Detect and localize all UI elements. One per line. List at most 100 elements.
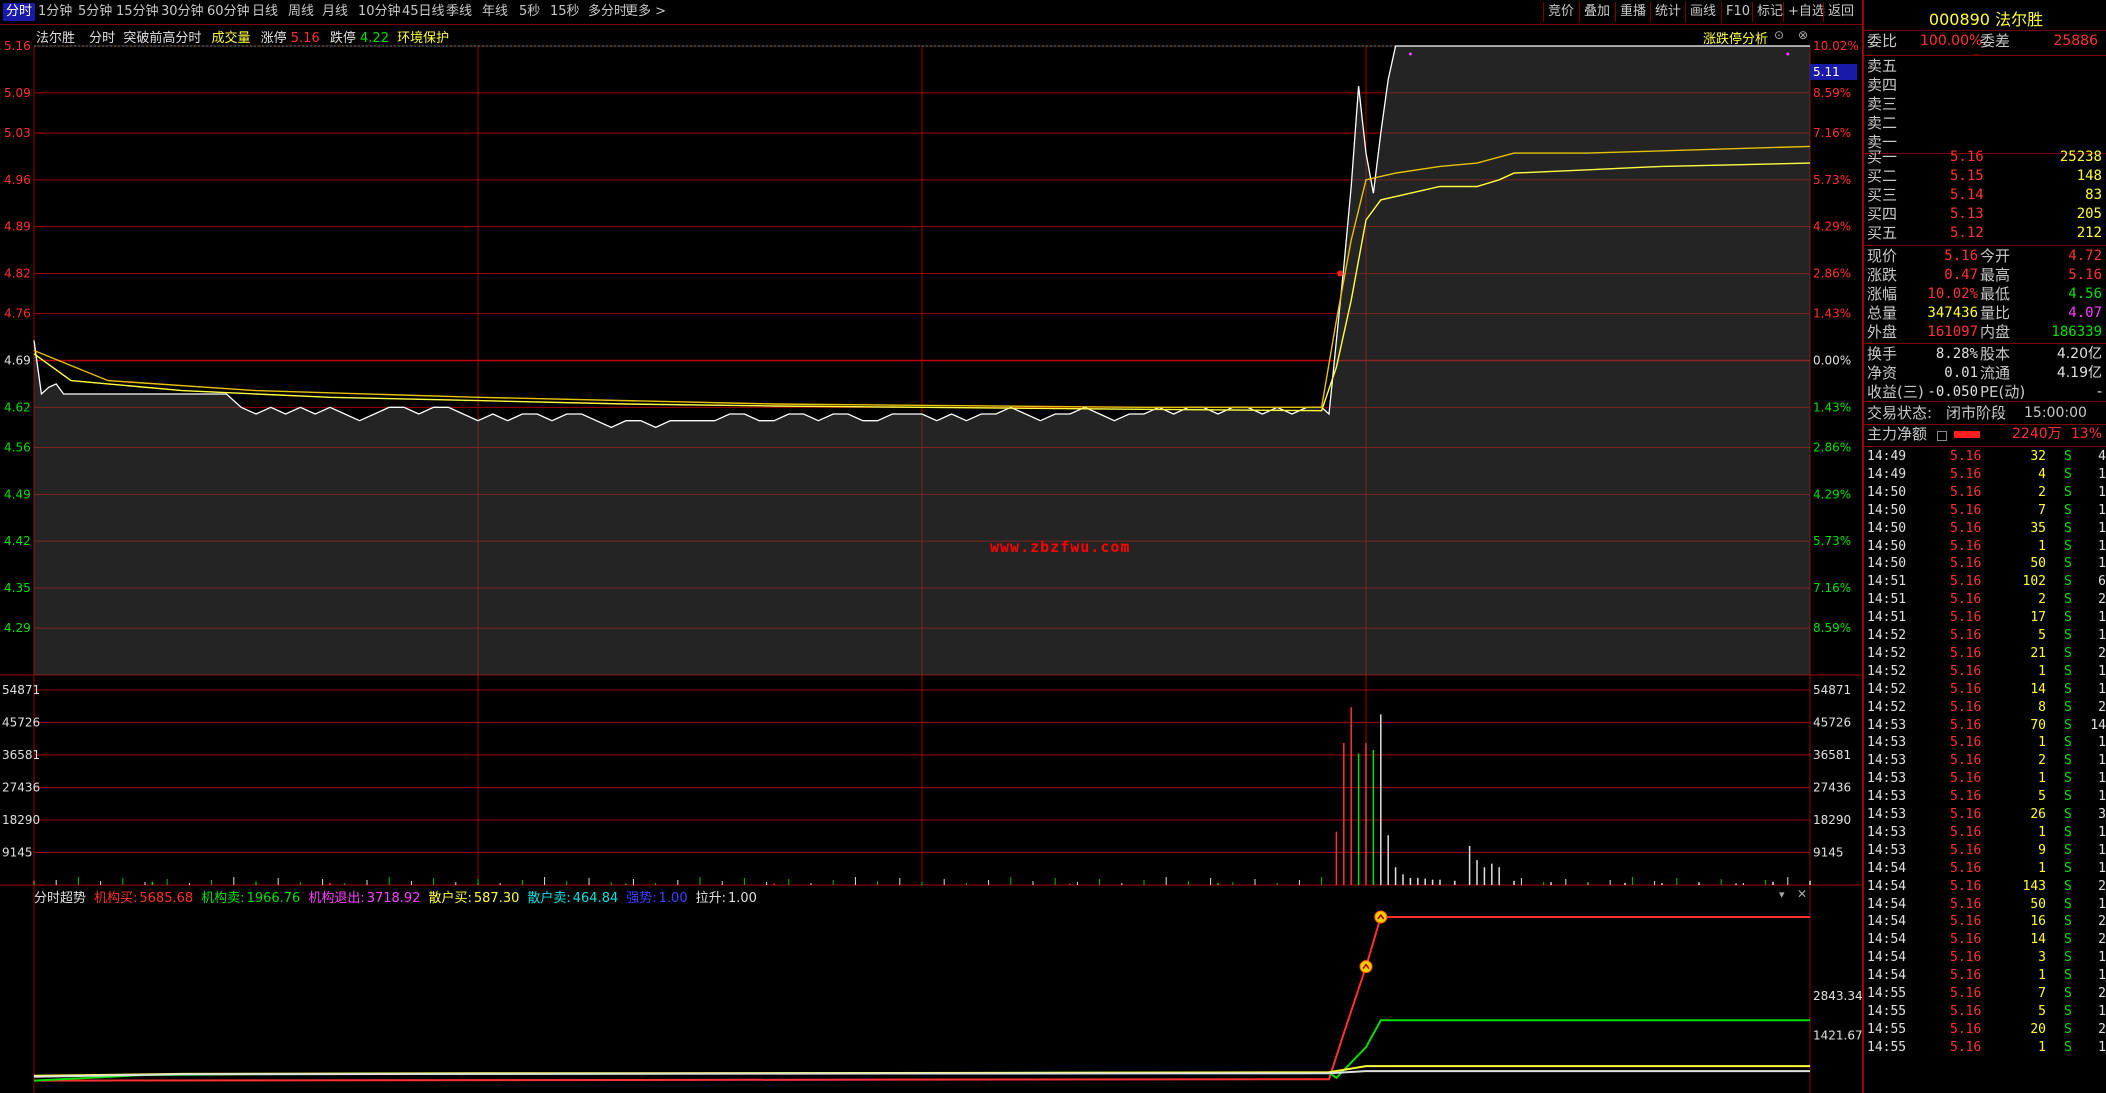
tick-count: 1 xyxy=(2098,753,2106,769)
fund-value: - xyxy=(2096,384,2102,400)
tick-time: 14:51 xyxy=(1867,592,1907,608)
indicator-name[interactable]: 突破前高分时 xyxy=(123,31,201,46)
tick-count: 1 xyxy=(2098,860,2106,876)
tick-row: 14:51 5.16 2 S 2 xyxy=(1864,591,2106,609)
tick-price: 5.16 xyxy=(1950,484,1982,500)
sub-chart-close-icon[interactable]: ✕ xyxy=(1797,887,1807,901)
close-icon[interactable]: ⊗ xyxy=(1798,28,1812,42)
settings-icon[interactable]: ⊙ xyxy=(1774,28,1788,42)
buy-row[interactable]: 买三 5.14 83 xyxy=(1864,186,2106,205)
sell-row: 卖三 xyxy=(1864,95,2106,114)
tick-count: 1 xyxy=(2098,556,2106,572)
stat-value: 186339 xyxy=(2051,324,2102,340)
intraday-chart: 5.16 10.02% 5.09 8.59% 5.03 7.16% 4.96 5.73% 4.8… xyxy=(0,39,1862,1093)
tick-volume: 70 xyxy=(2030,717,2046,733)
tick-count: 1 xyxy=(2098,466,2106,482)
tick-row: 14:53 5.16 9 S 1 xyxy=(1864,842,2106,860)
tick-count: 1 xyxy=(2098,538,2106,554)
quote-panel: 000890 法尔胜 委比 100.00% 委差 25886 ⌄ 卖五 卖四 卖三卖… xyxy=(1862,0,2106,1093)
stat-label: 量比 xyxy=(1980,304,2011,322)
buy-row[interactable]: 买四 5.13 205 xyxy=(1864,205,2106,224)
tick-volume: 1 xyxy=(2038,968,2046,984)
tick-count: 6 xyxy=(2098,574,2106,590)
tick-row: 14:49 5.16 32 S 4 xyxy=(1864,448,2106,466)
tick-side: S xyxy=(2064,771,2072,787)
stat-value: 4.56 xyxy=(2068,286,2102,302)
tick-side: S xyxy=(2064,878,2072,894)
tick-volume: 1 xyxy=(2038,735,2046,751)
buy-row[interactable]: 买二 5.15 148 xyxy=(1864,167,2106,186)
tick-volume: 21 xyxy=(2030,645,2046,661)
tick-side: S xyxy=(2064,824,2072,840)
tick-row: 14:52 5.16 8 S 2 xyxy=(1864,699,2106,717)
price-tick-label: 4.62 xyxy=(4,400,31,414)
tick-time: 14:52 xyxy=(1867,645,1907,661)
tick-side: S xyxy=(2064,860,2072,876)
tick-side: S xyxy=(2064,717,2072,733)
tick-time: 14:54 xyxy=(1867,914,1907,930)
sell-label: 卖四 xyxy=(1867,76,1898,94)
buy-row[interactable]: 买一 5.16 25238 xyxy=(1864,148,2106,167)
volume-label: 成交量 xyxy=(211,31,251,46)
volume-tick-label-right: 18290 xyxy=(1813,813,1851,827)
signal-dot xyxy=(1408,52,1412,56)
tick-side: S xyxy=(2064,645,2072,661)
tick-side: S xyxy=(2064,986,2072,1001)
limit-down-label: 跌停 xyxy=(329,31,356,46)
pct-tick-label: 1.43% xyxy=(1813,400,1851,414)
stock-code: 000890 xyxy=(1928,10,1990,29)
sub-chart-dropdown-icon[interactable]: ▾ xyxy=(1779,888,1785,901)
tick-price: 5.16 xyxy=(1950,914,1982,930)
tick-side: S xyxy=(2064,610,2072,626)
tick-price: 5.16 xyxy=(1950,932,1982,948)
stat-value: 4.72 xyxy=(2068,248,2102,264)
tick-row: 14:54 5.16 3 S 1 xyxy=(1864,949,2106,967)
tick-row: 14:50 5.16 1 S 1 xyxy=(1864,538,2106,556)
volume-tick-label: 45726 xyxy=(2,715,40,729)
sub-legend-label: 散户卖: xyxy=(527,891,571,906)
tick-count: 2 xyxy=(2098,592,2106,608)
tick-side: S xyxy=(2064,932,2072,948)
tick-price: 5.16 xyxy=(1950,842,1982,858)
tick-side: S xyxy=(2064,520,2072,536)
tick-side: S xyxy=(2064,466,2072,482)
tick-volume: 7 xyxy=(2038,986,2046,1001)
tick-time: 14:53 xyxy=(1867,789,1907,805)
stat-label: 涨跌 xyxy=(1867,266,1898,284)
tick-row: 14:52 5.16 5 S 1 xyxy=(1864,627,2106,645)
tick-price: 5.16 xyxy=(1950,1021,1982,1037)
buy-price: 5.13 xyxy=(1950,206,1984,222)
tick-side: S xyxy=(2064,556,2072,572)
tick-count: 1 xyxy=(2098,502,2106,518)
tick-volume: 1 xyxy=(2038,538,2046,554)
fund-label: 换手 xyxy=(1867,345,1898,363)
pattern-label[interactable]: 环境保护 xyxy=(397,31,449,46)
tick-side: S xyxy=(2064,484,2072,500)
tick-volume: 9 xyxy=(2038,842,2046,858)
buy-row[interactable]: 买五 5.12 212 xyxy=(1864,224,2106,243)
limit-analysis-link[interactable]: 涨跌停分析 xyxy=(1703,28,1768,47)
volume-tick-label: 18290 xyxy=(2,813,40,827)
tick-side: S xyxy=(2064,1021,2072,1037)
tick-time: 14:51 xyxy=(1867,574,1907,590)
tick-time: 14:54 xyxy=(1867,968,1907,984)
tick-row: 14:53 5.16 1 S 1 xyxy=(1864,734,2106,752)
stat-value: 0.47 xyxy=(1944,267,1978,283)
volume-tick-label: 54871 xyxy=(2,683,40,697)
tick-count: 2 xyxy=(2098,1021,2106,1037)
pct-tick-label: 2.86% xyxy=(1813,267,1851,281)
quote-stat-row: 涨跌 0.47 最高 5.16 xyxy=(1864,266,2106,285)
tick-row: 14:52 5.16 21 S 2 xyxy=(1864,645,2106,663)
main-flow-toggle-icon[interactable] xyxy=(1937,431,1947,441)
mode-label: 分时 xyxy=(89,31,116,46)
tick-price: 5.16 xyxy=(1950,807,1982,822)
tick-time: 14:50 xyxy=(1867,538,1907,554)
tick-time: 14:55 xyxy=(1867,1003,1907,1019)
fund-label: 股本 xyxy=(1980,345,2011,363)
sub-legend-value: 464.84 xyxy=(572,891,619,906)
tick-price: 5.16 xyxy=(1950,950,1982,966)
sub-legend-label: 散户买: xyxy=(428,891,472,906)
stat-value: 5.16 xyxy=(2068,267,2102,283)
price-tick-label: 4.76 xyxy=(4,307,31,321)
tick-price: 5.16 xyxy=(1950,574,1982,590)
